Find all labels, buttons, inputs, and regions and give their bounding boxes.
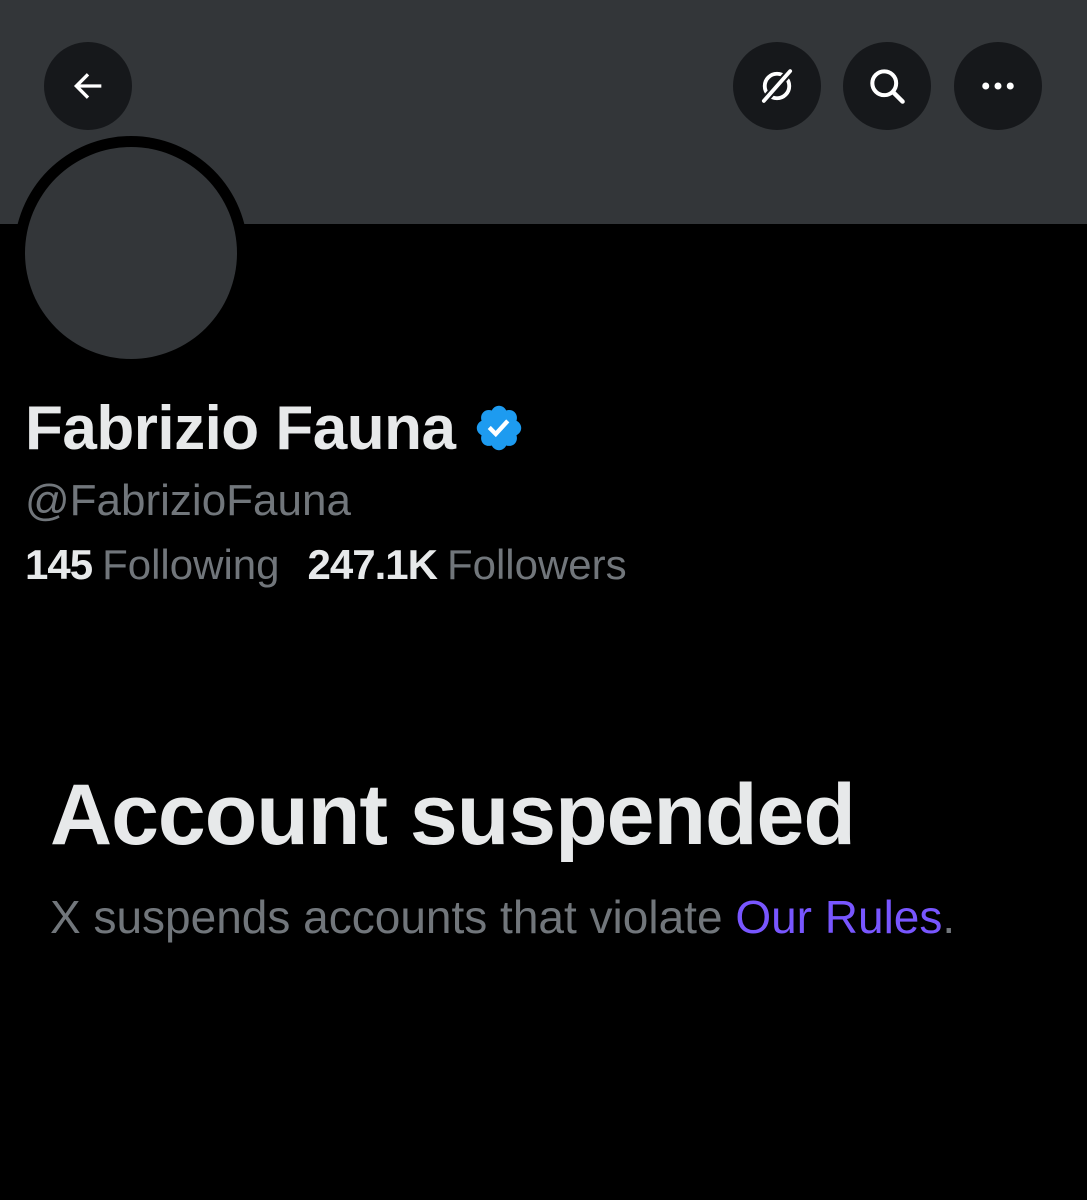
back-button[interactable]	[44, 42, 132, 130]
suspended-message-text: X suspends accounts that violate	[50, 891, 736, 943]
following-stat[interactable]: 145 Following	[25, 541, 280, 589]
profile-stats: 145 Following 247.1K Followers	[25, 541, 627, 589]
followers-label: Followers	[446, 541, 627, 588]
search-icon	[870, 69, 905, 104]
more-horizontal-icon	[982, 82, 1014, 90]
profile-page: Fabrizio Fauna @FabrizioFauna 145 Follow…	[0, 0, 1087, 1200]
search-button[interactable]	[843, 42, 931, 130]
arrow-left-icon	[73, 73, 102, 99]
suspended-message: X suspends accounts that violate Our Rul…	[50, 890, 955, 944]
suspended-title: Account suspended	[50, 767, 856, 863]
followers-stat[interactable]: 247.1K Followers	[308, 541, 627, 589]
display-name: Fabrizio Fauna	[25, 393, 456, 463]
verified-badge-icon[interactable]	[473, 402, 525, 454]
avatar[interactable]	[25, 147, 237, 359]
more-button[interactable]	[954, 42, 1042, 130]
handle: @FabrizioFauna	[25, 476, 351, 525]
our-rules-link[interactable]: Our Rules	[735, 891, 942, 943]
following-count: 145	[25, 541, 93, 588]
name-row: Fabrizio Fauna	[25, 392, 525, 464]
grok-icon	[759, 67, 795, 105]
grok-button[interactable]	[733, 42, 821, 130]
suspended-message-end: .	[942, 891, 956, 943]
followers-count: 247.1K	[307, 541, 438, 588]
following-label: Following	[102, 541, 280, 588]
